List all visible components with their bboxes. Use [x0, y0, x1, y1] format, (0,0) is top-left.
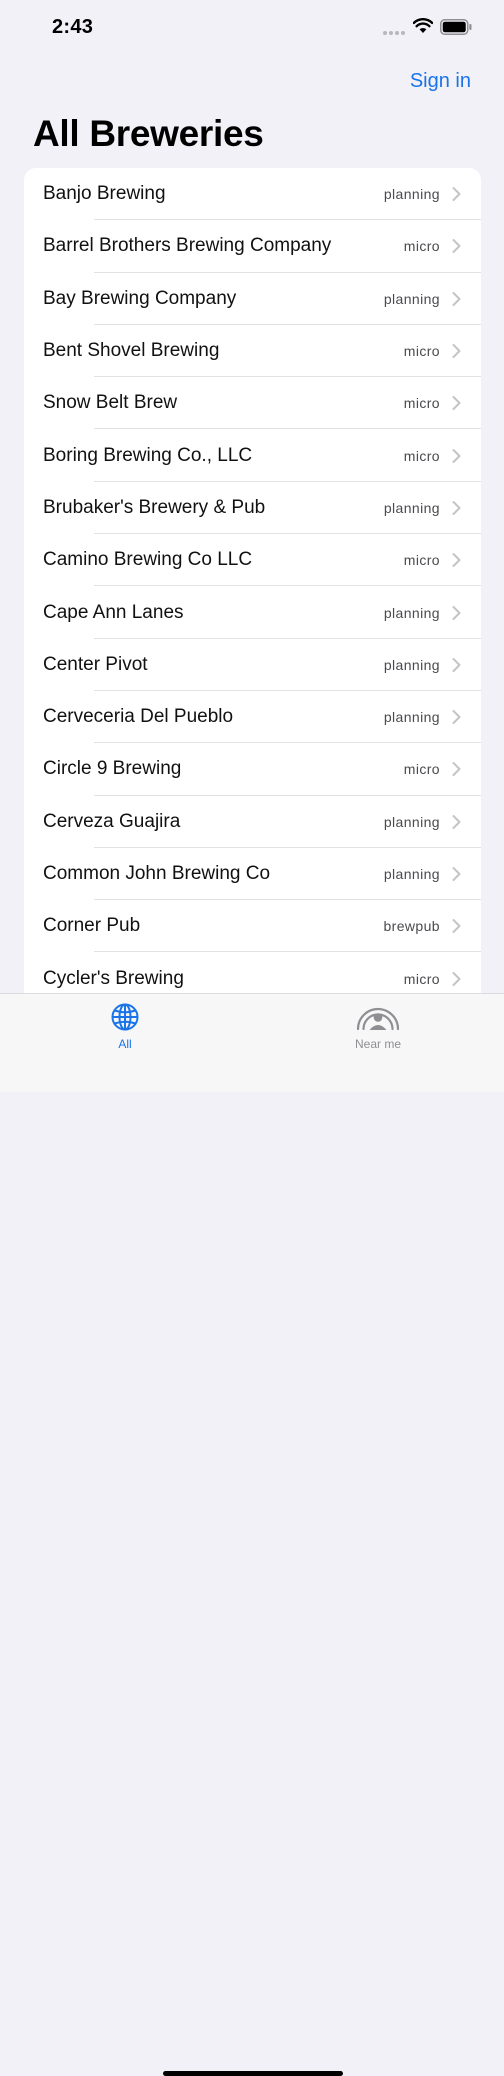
chevron-right-icon	[452, 344, 461, 359]
brewery-name: Corner Pub	[43, 915, 141, 937]
cellular-signal-icon	[383, 31, 405, 35]
chevron-right-icon	[452, 291, 461, 306]
chevron-right-icon	[452, 657, 461, 672]
tab-near-me-label: Near me	[354, 1037, 401, 1051]
brewery-row[interactable]: Center Pivot planning	[24, 639, 481, 692]
brewery-row[interactable]: Banjo Brewing planning	[24, 168, 481, 221]
chevron-right-icon	[452, 710, 461, 725]
brewery-type-label: planning	[383, 604, 440, 621]
person-radar-icon	[356, 1007, 400, 1031]
tab-near-me[interactable]: Near me	[318, 994, 438, 1064]
brewery-name: Cape Ann Lanes	[43, 601, 184, 623]
brewery-row[interactable]: Cerveza Guajira planning	[24, 796, 481, 849]
chevron-right-icon	[452, 762, 461, 777]
brewery-type-label: planning	[383, 813, 440, 830]
sign-in-button[interactable]: Sign in	[410, 70, 471, 93]
brewery-name: Snow Belt Brew	[43, 392, 178, 414]
chevron-right-icon	[452, 187, 461, 202]
wifi-icon	[413, 18, 433, 33]
home-indicator	[163, 2071, 343, 2076]
brewery-row[interactable]: Cerveceria Del Pueblo planning	[24, 691, 481, 744]
brewery-row[interactable]: Corner Pub brewpub	[24, 900, 481, 953]
brewery-type-label: planning	[383, 186, 440, 203]
brewery-type-label: micro	[403, 552, 440, 569]
chevron-right-icon	[452, 553, 461, 568]
chevron-right-icon	[452, 814, 461, 829]
brewery-name: Camino Brewing Co LLC	[43, 549, 253, 571]
brewery-list[interactable]: Banjo Brewing planning Barrel Brothers Bre…	[24, 168, 481, 1008]
brewery-name: Cerveza Guajira	[43, 810, 181, 832]
brewery-row[interactable]: Common John Brewing Co planning	[24, 848, 481, 901]
brewery-type-label: micro	[403, 395, 440, 412]
brewery-name: Bay Brewing Company	[43, 287, 237, 309]
brewery-row[interactable]: Cape Ann Lanes planning	[24, 586, 481, 639]
brewery-type-label: planning	[383, 656, 440, 673]
brewery-row[interactable]: Brubaker's Brewery & Pub planning	[24, 482, 481, 535]
brewery-type-label: micro	[403, 970, 440, 987]
brewery-row[interactable]: Bay Brewing Company planning	[24, 273, 481, 326]
brewery-name: Brubaker's Brewery & Pub	[43, 496, 266, 518]
brewery-row[interactable]: Camino Brewing Co LLC micro	[24, 534, 481, 587]
brewery-row[interactable]: Boring Brewing Co., LLC micro	[24, 429, 481, 483]
chevron-right-icon	[452, 971, 461, 986]
status-bar: 2:43	[0, 0, 504, 56]
tab-all-label: All	[118, 1037, 132, 1051]
battery-icon	[440, 19, 472, 35]
chevron-right-icon	[452, 396, 461, 411]
tab-all[interactable]: All	[65, 994, 185, 1064]
brewery-type-label: micro	[403, 238, 440, 255]
brewery-name: Barrel Brothers Brewing Company	[43, 235, 332, 257]
page-title: All Breweries	[33, 113, 264, 154]
brewery-row[interactable]: Bent Shovel Brewing micro	[24, 325, 481, 378]
brewery-name: Bent Shovel Brewing	[43, 340, 220, 362]
brewery-type-label: micro	[403, 447, 440, 464]
brewery-row[interactable]: Circle 9 Brewing micro	[24, 743, 481, 796]
chevron-right-icon	[452, 605, 461, 620]
brewery-name: Center Pivot	[43, 653, 148, 675]
chevron-right-icon	[452, 919, 461, 934]
brewery-name: Cycler's Brewing	[43, 967, 184, 989]
brewery-type-label: micro	[403, 761, 440, 778]
brewery-type-label: planning	[383, 290, 440, 307]
brewery-type-label: micro	[403, 343, 440, 360]
brewery-name: Common John Brewing Co	[43, 863, 271, 884]
tab-bar: All Near me	[0, 993, 504, 2076]
brewery-row[interactable]: Barrel Brothers Brewing Company micro	[24, 220, 481, 273]
brewery-type-label: planning	[383, 499, 440, 516]
brewery-name: Banjo Brewing	[43, 183, 166, 205]
brewery-name: Boring Brewing Co., LLC	[43, 444, 253, 466]
globe-icon	[111, 1003, 139, 1031]
chevron-right-icon	[452, 448, 461, 463]
brewery-type-label: planning	[383, 866, 440, 882]
chevron-right-icon	[452, 239, 461, 254]
brewery-name: Cerveceria Del Pueblo	[43, 706, 234, 728]
status-time: 2:43	[52, 16, 94, 38]
brewery-type-label: brewpub	[383, 918, 440, 935]
brewery-row[interactable]: Snow Belt Brew micro	[24, 377, 481, 430]
brewery-name: Circle 9 Brewing	[43, 758, 182, 780]
chevron-right-icon	[452, 867, 461, 881]
chevron-right-icon	[452, 500, 461, 515]
brewery-type-label: planning	[383, 709, 440, 726]
